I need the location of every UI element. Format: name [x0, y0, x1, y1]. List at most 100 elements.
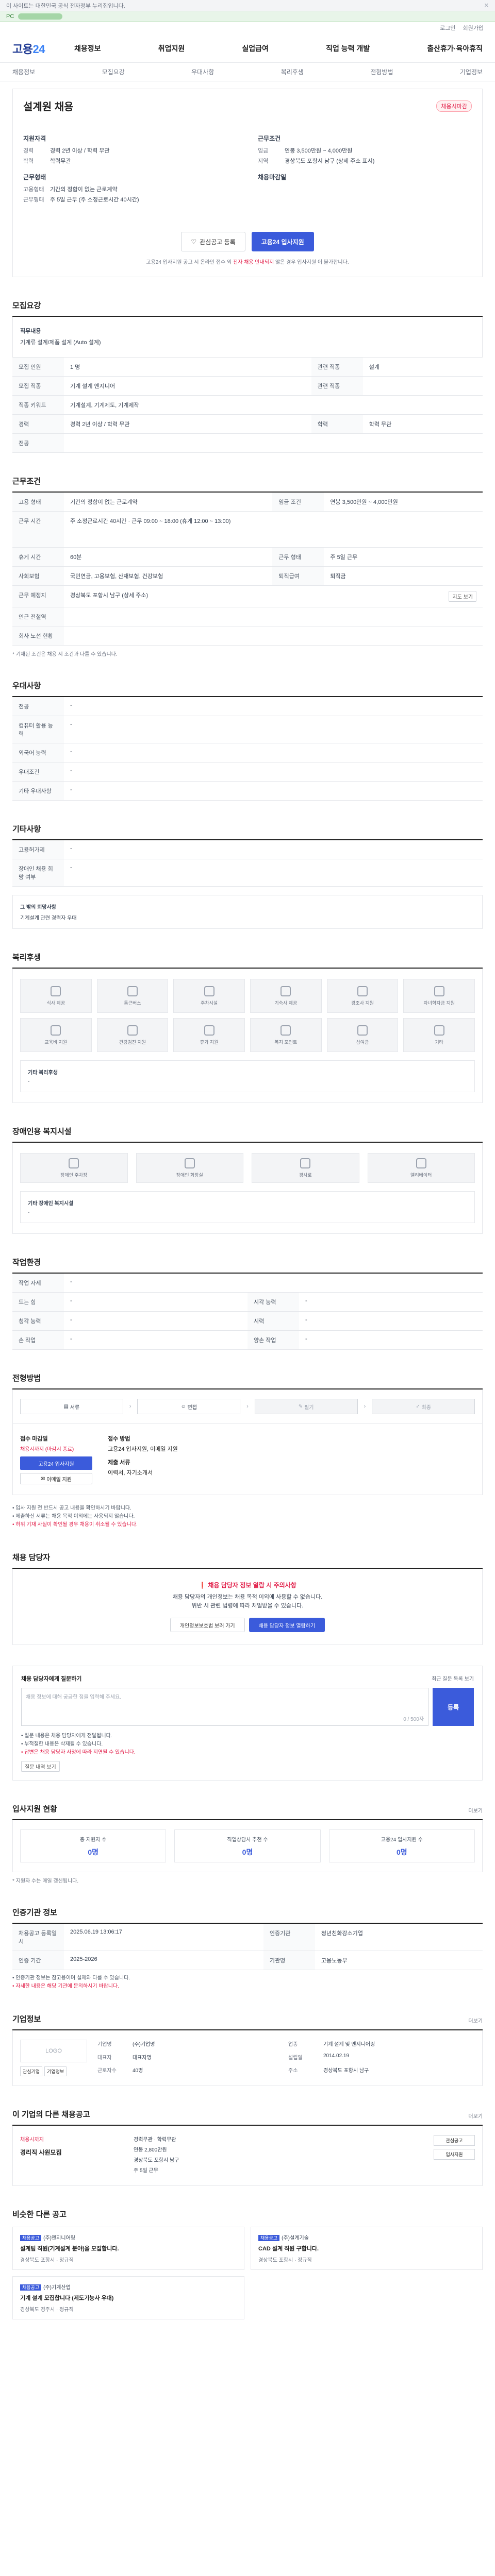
more-link[interactable]: 더보기 — [468, 2112, 483, 2120]
other-job-apply-button[interactable]: 입사지원 — [434, 2149, 475, 2160]
gnb-item-leave[interactable]: 출산휴가·육아휴직 — [427, 43, 483, 54]
company-scrap-button[interactable]: 관심기업 — [20, 2066, 43, 2076]
tab-procedure[interactable]: 전형방법 — [370, 67, 393, 76]
welfare-label: 주차시설 — [201, 1000, 218, 1006]
table-value — [64, 433, 483, 453]
table-key: 휴게 시간 — [12, 547, 64, 567]
employment-heading: 근무형태 — [23, 174, 46, 181]
table-value: 기간의 정함이 없는 근로계약 — [64, 493, 273, 512]
table-key: 채용공고 등록일시 — [12, 1924, 64, 1951]
apply-online-button[interactable]: 고용24 입사지원 — [20, 1456, 92, 1470]
tab-welfare[interactable]: 복리후생 — [281, 67, 304, 76]
table-key: 작업 자세 — [12, 1274, 64, 1293]
welfare-tile: 복지 포인트 — [250, 1018, 322, 1052]
table-row: 경력 경력 2년 이상 / 학력 무관 학력 학력 무관 — [12, 414, 483, 434]
meta-key: 고용형태 — [23, 187, 44, 193]
recommend-card[interactable]: 채용공고 (주)설계기술 CAD 설계 직원 구합니다. 경상북도 포항시 · 정… — [251, 2227, 483, 2270]
section-title: 작업환경 — [12, 1257, 483, 1274]
table-row: 근무 시간 주 소정근로시간 40시간 · 근무 09:00 ~ 18:00 (휴… — [12, 511, 483, 548]
other-job-deadline: 채용시까지 — [20, 2137, 44, 2143]
tab-requirements[interactable]: 모집요강 — [102, 67, 125, 76]
step-label: 필기 — [304, 1404, 314, 1411]
apply-button[interactable]: 고용24 입사지원 — [251, 232, 314, 251]
other-job-title[interactable]: 경리직 사원모집 — [20, 2148, 123, 2157]
meta-value: 경력 2년 이상 / 학력 무관 — [50, 148, 110, 154]
close-icon[interactable]: ✕ — [484, 2, 489, 9]
apply-deadline-label: 접수 마감일 — [20, 1436, 48, 1442]
apply-method-value: 고용24 입사지원, 이메일 지원 — [108, 1446, 178, 1452]
gnb-item-support[interactable]: 취업지원 — [158, 43, 185, 54]
table-key: 고용 형태 — [12, 493, 64, 512]
info-key: 근로자수 — [97, 2068, 117, 2074]
welfare-label: 자녀학자금 지원 — [423, 1000, 455, 1006]
privacy-law-button[interactable]: 개인정보보호법 보러 가기 — [170, 1618, 245, 1632]
pencil-icon: ✎ — [298, 1403, 305, 1410]
login-link[interactable]: 로그인 — [440, 24, 455, 32]
welfare-label: 기타 — [435, 1039, 443, 1045]
tab-company[interactable]: 기업정보 — [460, 67, 483, 76]
table-key: 관련 직종 — [311, 376, 363, 396]
table-value: - — [64, 1330, 248, 1350]
apply-email-label: 이메일 지원 — [46, 1477, 72, 1483]
table-value: 청년친화강소기업 — [315, 1924, 483, 1951]
signup-link[interactable]: 회원가입 — [463, 24, 484, 32]
company-info-button[interactable]: 기업정보 — [44, 2066, 67, 2076]
more-link[interactable]: 더보기 — [468, 2016, 483, 2024]
qna-history-link[interactable]: 최근 질문 목록 보기 — [432, 1674, 474, 1683]
more-link[interactable]: 더보기 — [468, 1806, 483, 1814]
welfare-etc-body: - — [28, 1079, 30, 1084]
gnb-item-training[interactable]: 직업 능력 개발 — [326, 43, 370, 54]
step-label: 최종 — [421, 1404, 431, 1411]
table-row: 드는 힘 - 시각 능력 - — [12, 1292, 483, 1312]
list-item: • 허위 기재 사실이 확인될 경우 채용이 취소될 수 있습니다. — [12, 1522, 138, 1528]
applicants-section: 입사지원 현황 더보기 총 지원자 수 0명 직업상담사 추천 수 0명 고용24 … — [12, 1803, 483, 1884]
table-row: 고용 형태 기간의 정함이 없는 근로계약 임금 조건 연봉 3,500만원 ~ 4,… — [12, 493, 483, 512]
device-toggle[interactable] — [18, 13, 63, 20]
scrap-button[interactable]: ♡ 관심공고 등록 — [181, 232, 245, 251]
other-jobs-section: 이 기업의 다른 채용공고 더보기 채용시까지 경리직 사원모집 경력무관 · … — [12, 2109, 483, 2186]
facility-label: 장애인 주차장 — [60, 1172, 88, 1178]
site-logo[interactable]: 고용24 — [12, 40, 64, 57]
qna-history-button[interactable]: 질문 내역 보기 — [21, 1761, 60, 1772]
apply-email-button[interactable]: ✉ 이메일 지원 — [20, 1473, 92, 1484]
duty-body: 기계류 설계/제품 설계 (Auto 설계) — [20, 340, 101, 346]
table-key: 회사 노선 현황 — [12, 626, 64, 646]
recommend-card[interactable]: 채용공고 (주)기계산업 기계 설계 모집합니다 (제도기능사 우대) 경상북도 … — [12, 2276, 244, 2319]
recommend-card[interactable]: 채용공고 (주)엔지니어링 설계팀 직원(기계설계 분야)을 모집합니다. 경상북… — [12, 2227, 244, 2270]
view-manager-button[interactable]: 채용 담당자 정보 열람하기 — [249, 1618, 325, 1632]
table-key: 사회보험 — [12, 566, 64, 586]
welfare-tile: 기숙사 제공 — [250, 979, 322, 1013]
gnb-item-jobs[interactable]: 채용정보 — [74, 43, 101, 54]
duty-box: 직무내용 기계류 설계/제품 설계 (Auto 설계) — [12, 317, 483, 358]
gnb-item-unemployment[interactable]: 실업급여 — [242, 43, 269, 54]
other-job-scrap-button[interactable]: 관심공고 — [434, 2135, 475, 2146]
etc-wish-body: 기계설계 관련 경력자 우대 — [20, 916, 77, 921]
warning-actions: 개인정보보호법 보러 가기 채용 담당자 정보 열람하기 — [20, 1618, 475, 1632]
health-icon — [127, 1025, 138, 1036]
qna-submit-button[interactable]: 등록 — [433, 1688, 474, 1726]
bus-icon — [127, 986, 138, 996]
tab-recruit-info[interactable]: 채용정보 — [12, 67, 35, 76]
qna-textarea[interactable]: 채용 정보에 대해 궁금한 점을 입력해 주세요. 0 / 500자 — [21, 1688, 428, 1726]
logo-main: 고용 — [12, 42, 33, 56]
qna-notes: • 질문 내용은 채용 담당자에게 전달됩니다. • 부적절한 내용은 삭제될 … — [21, 1732, 474, 1757]
qualification-heading: 지원자격 — [23, 135, 46, 142]
recruit-table: 모집 인원 1 명 관련 직종 설계 모집 직종 기계 설계 엔지니어 관련 직종 직종 … — [12, 358, 483, 453]
welfare-tile: 기타 — [403, 1018, 475, 1052]
meta-line: 주 5일 근무 — [134, 2168, 158, 2174]
tab-preference[interactable]: 우대사항 — [191, 67, 214, 76]
other-job-card[interactable]: 채용시까지 경리직 사원모집 경력무관 · 학력무관 연봉 2,800만원 경상… — [12, 2126, 483, 2186]
map-button[interactable]: 지도 보기 — [449, 591, 476, 602]
table-value: 60분 — [64, 547, 273, 567]
etc-wish-heading: 그 밖의 희망사항 — [20, 905, 56, 910]
table-value: - — [299, 1292, 483, 1312]
applicant-stats: 총 지원자 수 0명 직업상담사 추천 수 0명 고용24 입사지원 수 0명 — [12, 1820, 483, 1872]
list-item: • 부적절한 내용은 삭제될 수 있습니다. — [21, 1741, 103, 1747]
table-key: 퇴직급여 — [272, 566, 324, 586]
meta-line: 연봉 2,800만원 — [134, 2147, 167, 2153]
card-meta: 경상북도 경주시 · 정규직 — [20, 2307, 74, 2313]
conditions-section: 근무조건 고용 형태 기간의 정함이 없는 근로계약 임금 조건 연봉 3,500만원… — [12, 476, 483, 657]
table-row: 인근 전철역 — [12, 607, 483, 626]
manager-warning-box: ❗ 채용 담당자 정보 열람 시 주의사항 채용 담당자의 개인정보는 채용 목… — [12, 1569, 483, 1645]
meta-value: 학력무관 — [50, 158, 71, 164]
